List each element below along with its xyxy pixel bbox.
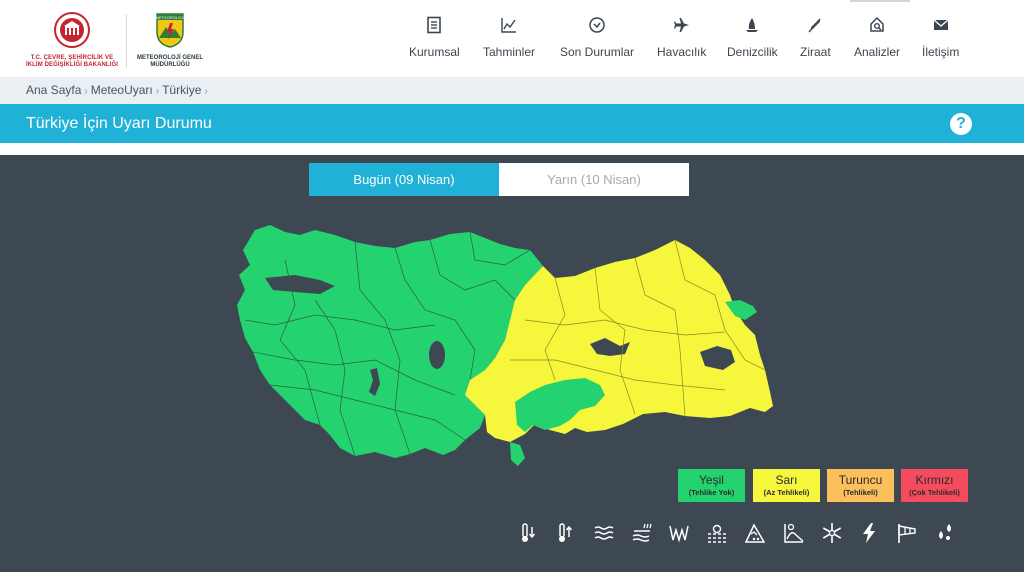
nav-label: Havacılık	[657, 45, 707, 59]
mgm-badge-text: METEOROLOJI	[156, 15, 185, 20]
airplane-icon	[657, 16, 706, 38]
mgm-emblem-icon: METEOROLOJI	[156, 13, 185, 48]
hail-icon[interactable]	[933, 521, 959, 547]
nav-analizler[interactable]: Analizler	[854, 16, 900, 64]
breadcrumb-home[interactable]: Ana Sayfa	[26, 83, 81, 97]
nav-label: Denizcilik	[727, 45, 778, 59]
legend-green: Yeşil (Tehlike Yok)	[678, 469, 745, 502]
ministry-logo[interactable]: T.C. ÇEVRE, ŞEHİRCİLİK VE İKLİM DEĞİŞİKL…	[22, 12, 122, 70]
nav-tahminler[interactable]: Tahminler	[483, 16, 535, 64]
map-lake-tuz	[429, 341, 445, 369]
wind-icon[interactable]	[592, 521, 618, 547]
breadcrumb-meteouyari[interactable]: MeteoUyarı	[91, 83, 153, 97]
legend-desc: (Çok Tehlikeli)	[909, 488, 960, 497]
page-title-bar: Türkiye İçin Uyarı Durumu ?	[0, 104, 1024, 143]
dust-icon[interactable]	[782, 521, 808, 547]
ministry-logo-text: T.C. ÇEVRE, ŞEHİRCİLİK VE İKLİM DEĞİŞİKL…	[25, 55, 119, 68]
nav-havacilik[interactable]: Havacılık	[657, 16, 706, 64]
legend-desc: (Az Tehlikeli)	[763, 488, 810, 497]
rain-icon[interactable]	[630, 521, 656, 547]
legend-name: Yeşil	[699, 473, 724, 487]
check-circle-icon	[560, 16, 634, 38]
avalanche-icon[interactable]	[743, 521, 769, 547]
nav-label: Analizler	[854, 45, 901, 59]
windsock-icon[interactable]	[895, 521, 921, 547]
document-icon	[409, 16, 460, 38]
legend-orange: Turuncu (Tehlikeli)	[827, 469, 894, 502]
breadcrumb-turkiye[interactable]: Türkiye	[162, 83, 201, 97]
legend-name: Turuncu	[838, 473, 883, 487]
legend-desc: (Tehlikeli)	[843, 488, 878, 497]
sailboat-icon	[727, 16, 778, 38]
wheat-icon	[800, 16, 831, 38]
breadcrumb-separator: ›	[84, 86, 88, 97]
breadcrumb-separator: ›	[155, 86, 160, 97]
nav-kurumsal[interactable]: Kurumsal	[409, 16, 460, 64]
title-spacer	[0, 143, 1024, 155]
turkey-warning-map[interactable]	[225, 220, 775, 470]
nav-label: Kurumsal	[409, 45, 460, 59]
mgm-logo[interactable]: METEOROLOJI METEOROLOJİ GENEL MÜDÜRLÜĞÜ	[134, 12, 206, 70]
nav-ziraat[interactable]: Ziraat	[800, 16, 831, 64]
cold-icon[interactable]	[516, 521, 542, 547]
tab-tomorrow[interactable]: Yarın (10 Nisan)	[499, 163, 689, 196]
lightning-icon[interactable]	[857, 521, 883, 547]
legend-desc: (Tehlike Yok)	[688, 488, 735, 497]
breadcrumb: Ana Sayfa › MeteoUyarı › Türkiye ›	[0, 77, 1024, 104]
nav-label: Ziraat	[800, 45, 831, 59]
legend-red: Kırmızı (Çok Tehlikeli)	[901, 469, 968, 502]
map-region-green-hatay[interactable]	[510, 442, 525, 466]
nav-son-durumlar[interactable]: Son Durumlar	[560, 16, 634, 64]
help-icon[interactable]: ?	[950, 113, 972, 135]
snow-icon[interactable]	[820, 521, 846, 547]
hazard-icon-bar	[516, 521, 956, 547]
nav-denizcilik[interactable]: Denizcilik	[727, 16, 778, 64]
nav-label: İletişim	[922, 45, 960, 59]
chart-icon	[483, 16, 535, 38]
analysis-icon	[854, 16, 900, 38]
page-title: Türkiye İçin Uyarı Durumu	[26, 115, 212, 132]
storm-icon[interactable]	[667, 521, 693, 547]
logo-divider	[126, 14, 127, 68]
header-top-accent	[850, 0, 910, 2]
legend-name: Kırmızı	[915, 473, 954, 487]
fog-icon[interactable]	[705, 521, 731, 547]
legend-yellow: Sarı (Az Tehlikeli)	[753, 469, 820, 502]
nav-iletisim[interactable]: İletişim	[922, 16, 959, 64]
legend-name: Sarı	[775, 473, 798, 487]
nav-label: Tahminler	[483, 45, 536, 59]
site-header: T.C. ÇEVRE, ŞEHİRCİLİK VE İKLİM DEĞİŞİKL…	[0, 0, 1024, 77]
envelope-icon	[922, 16, 959, 38]
breadcrumb-separator: ›	[204, 86, 208, 97]
ministry-emblem-icon	[54, 12, 90, 48]
heat-icon[interactable]	[553, 521, 579, 547]
mgm-logo-text: METEOROLOJİ GENEL MÜDÜRLÜĞÜ	[136, 55, 203, 68]
tab-today[interactable]: Bugün (09 Nisan)	[309, 163, 499, 196]
nav-label: Son Durumlar	[560, 45, 635, 59]
